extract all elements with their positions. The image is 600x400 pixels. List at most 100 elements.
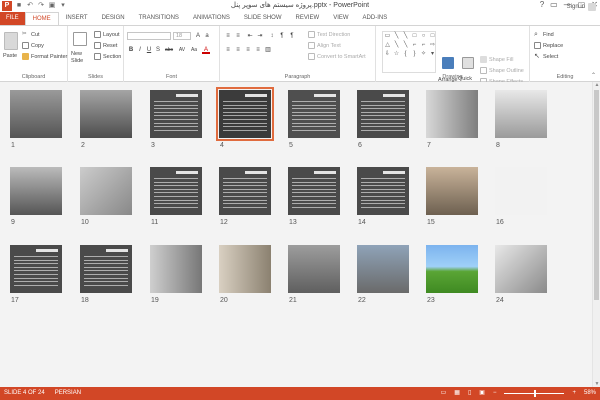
arrow-shape-icon[interactable]: ⇨	[428, 41, 437, 50]
new-slide-icon[interactable]	[73, 32, 87, 46]
rectangle-shape-icon[interactable]: □	[428, 32, 437, 41]
zoom-out-icon[interactable]: −	[493, 387, 497, 400]
scrollbar[interactable]: ▲ ▼	[592, 82, 600, 387]
slide-thumbnail[interactable]	[150, 167, 202, 215]
slide-thumbnail[interactable]	[80, 90, 132, 138]
slide-thumbnail[interactable]	[216, 87, 274, 141]
scroll-up-icon[interactable]: ▲	[593, 82, 600, 88]
slide-thumbnail[interactable]	[10, 167, 62, 215]
arrange-icon[interactable]	[442, 57, 454, 69]
normal-view-icon[interactable]: ▭	[441, 387, 447, 400]
avatar[interactable]	[588, 3, 596, 11]
line-shape-icon[interactable]: ╲	[401, 41, 410, 50]
shape-fill-button[interactable]: Shape Fill	[480, 56, 513, 63]
italic-button[interactable]: I	[136, 46, 144, 54]
strikethrough-button[interactable]: abc	[163, 46, 175, 54]
convert-smartart-button[interactable]: Convert to SmartArt	[308, 53, 366, 60]
char-spacing-button[interactable]: AV	[177, 46, 187, 54]
slide-thumbnail[interactable]	[426, 90, 478, 138]
slide-thumbnail[interactable]	[288, 245, 340, 293]
sign-in[interactable]: Sign in	[567, 3, 596, 11]
more-shapes-icon[interactable]: ▾	[428, 50, 437, 59]
slide-thumbnail[interactable]	[357, 167, 409, 215]
zoom-in-icon[interactable]: +	[572, 387, 576, 400]
slide-thumbnail[interactable]	[219, 245, 271, 293]
slide-thumbnail[interactable]	[426, 167, 478, 215]
shape-outline-button[interactable]: Shape Outline	[480, 67, 524, 74]
bullets-icon[interactable]: ≡	[224, 32, 232, 40]
increase-indent-icon[interactable]: ⇥	[256, 32, 264, 40]
oval-shape-icon[interactable]: ○	[419, 32, 428, 41]
scrollbar-thumb[interactable]	[594, 90, 599, 300]
brace-shape-icon[interactable]: }	[410, 50, 419, 59]
cut-button[interactable]: ✂ Cut	[22, 31, 40, 38]
zoom-slider[interactable]	[504, 390, 565, 397]
align-center-icon[interactable]: ≡	[234, 46, 242, 54]
line-shape-icon[interactable]: ╲	[392, 32, 401, 41]
language-indicator[interactable]: PERSIAN	[55, 387, 81, 400]
tab-add-ins[interactable]: ADD-INS	[356, 12, 395, 25]
slide-thumbnail[interactable]	[150, 245, 202, 293]
tab-view[interactable]: VIEW	[326, 12, 355, 25]
slide-thumbnail[interactable]	[288, 90, 340, 138]
shadow-button[interactable]: S	[154, 46, 162, 54]
connector-shape-icon[interactable]: ⌐	[410, 41, 419, 50]
replace-button[interactable]: Replace	[534, 42, 563, 49]
line-spacing-icon[interactable]: ↕	[268, 32, 276, 40]
new-slide-button[interactable]: New Slide	[71, 51, 93, 65]
brace-shape-icon[interactable]: {	[401, 50, 410, 59]
layout-button[interactable]: Layout	[94, 31, 120, 38]
slide-thumbnail[interactable]	[426, 245, 478, 293]
slide-sorter-view-icon[interactable]: ▦	[454, 387, 460, 400]
slide-thumbnail[interactable]	[495, 90, 547, 138]
slide-thumbnail[interactable]	[495, 245, 547, 293]
quick-styles-icon[interactable]	[462, 57, 474, 69]
grow-font-icon[interactable]: A	[194, 32, 202, 40]
bold-button[interactable]: B	[127, 46, 135, 54]
slideshow-view-icon[interactable]: ▣	[479, 387, 485, 400]
connector-shape-icon[interactable]: ⌐	[419, 41, 428, 50]
slide-thumbnail[interactable]	[219, 167, 271, 215]
slide-thumbnail[interactable]	[10, 245, 62, 293]
reset-button[interactable]: Reset	[94, 42, 117, 49]
slide-thumbnail[interactable]	[150, 90, 202, 138]
slide-indicator[interactable]: SLIDE 4 OF 24	[4, 387, 45, 400]
tab-animations[interactable]: ANIMATIONS	[186, 12, 237, 25]
rtl-icon[interactable]: ¶	[278, 32, 286, 40]
text-box-shape-icon[interactable]: ▭	[383, 32, 392, 41]
tab-design[interactable]: DESIGN	[95, 12, 132, 25]
paste-button[interactable]: Paste	[3, 53, 17, 59]
arrow-shape-icon[interactable]: ⇩	[383, 50, 392, 59]
decrease-indent-icon[interactable]: ⇤	[246, 32, 254, 40]
align-left-icon[interactable]: ≡	[224, 46, 232, 54]
collapse-ribbon-icon[interactable]: ⌃	[591, 72, 596, 79]
reading-view-icon[interactable]: ▯	[468, 387, 471, 400]
tab-home[interactable]: HOME	[24, 12, 59, 25]
tab-insert[interactable]: INSERT	[59, 12, 95, 25]
triangle-shape-icon[interactable]: △	[383, 41, 392, 50]
slide-thumbnail[interactable]	[357, 90, 409, 138]
slide-thumbnail[interactable]	[495, 167, 547, 215]
section-button[interactable]: Section	[94, 53, 121, 60]
tab-file[interactable]: FILE	[0, 12, 25, 25]
font-color-button[interactable]: A	[202, 46, 210, 54]
numbering-icon[interactable]: ≡	[234, 32, 242, 40]
ltr-icon[interactable]: ¶	[288, 32, 296, 40]
slide-thumbnail[interactable]	[288, 167, 340, 215]
zoom-level[interactable]: 58%	[584, 387, 596, 400]
format-painter-button[interactable]: Format Painter	[22, 53, 67, 60]
rectangle-shape-icon[interactable]: □	[410, 32, 419, 41]
select-button[interactable]: ↖ Select	[534, 53, 558, 60]
slide-thumbnail[interactable]	[80, 167, 132, 215]
star-shape-icon[interactable]: ✧	[419, 50, 428, 59]
font-size-field[interactable]: 18	[173, 32, 191, 40]
sign-in-label[interactable]: Sign in	[567, 4, 585, 10]
slide-thumbnail[interactable]	[10, 90, 62, 138]
columns-icon[interactable]: ▥	[264, 46, 272, 54]
shrink-font-icon[interactable]: a	[203, 32, 211, 40]
text-direction-button[interactable]: Text Direction	[308, 31, 350, 38]
align-right-icon[interactable]: ≡	[244, 46, 252, 54]
copy-button[interactable]: Copy	[22, 42, 44, 49]
star-shape-icon[interactable]: ☆	[392, 50, 401, 59]
font-name-field[interactable]	[127, 32, 171, 40]
